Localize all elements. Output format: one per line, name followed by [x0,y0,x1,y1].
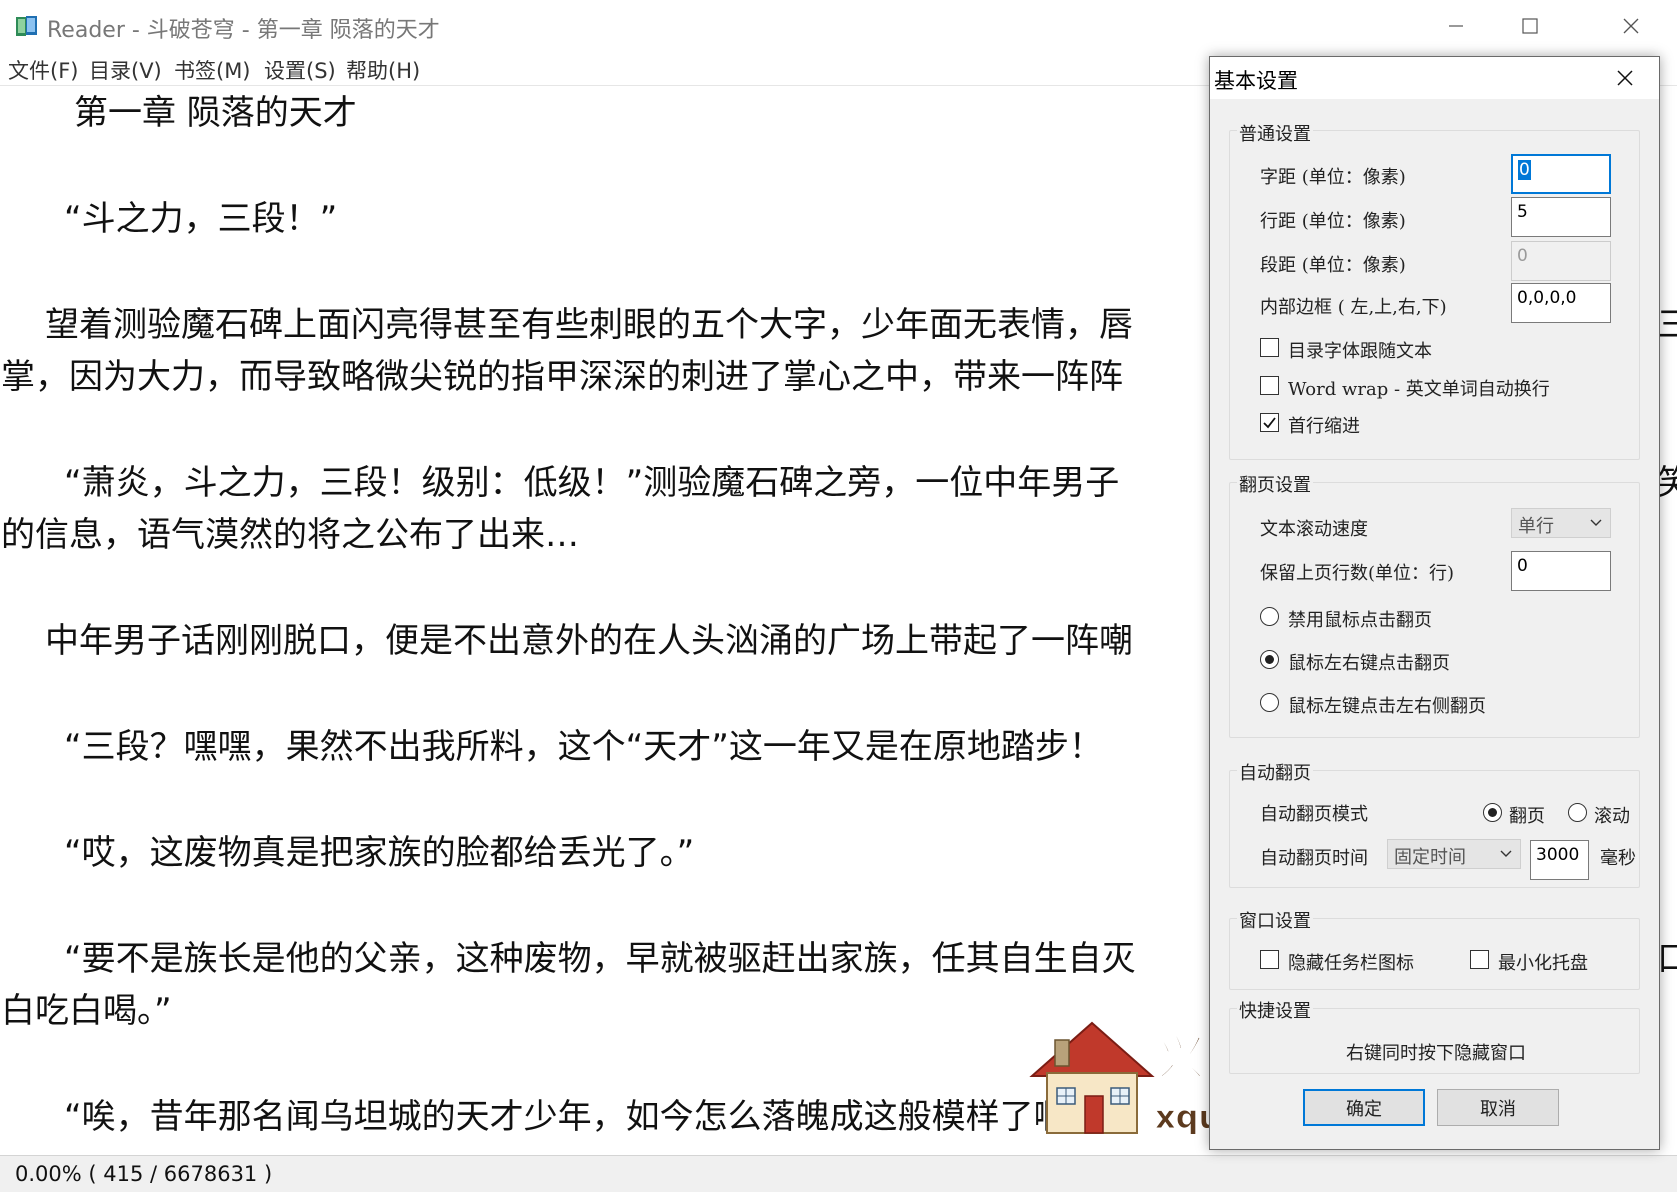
radio-left-sides-paging[interactable] [1260,693,1279,712]
auto-time-label: 自动翻页时间 [1260,848,1368,869]
scroll-speed-select[interactable]: 单行 [1511,508,1611,538]
maximize-button[interactable] [1493,0,1567,52]
word-wrap-checkbox[interactable] [1260,376,1279,395]
text-line-edge: 笑 [1657,463,1677,503]
text-line-edge: 三 [1657,305,1677,345]
shortcut-hint: 右键同时按下隐藏窗口 [1346,1043,1526,1064]
char-spacing-input[interactable]: 0 [1511,154,1611,194]
auto-time-input[interactable]: 3000 [1530,840,1589,880]
para-spacing-label: 段距 (单位：像素) [1260,255,1406,276]
toc-font-checkbox[interactable] [1260,338,1279,357]
text-line: 的信息，语气漠然的将之公布了出来… [1,515,579,555]
hide-taskbar-label: 隐藏任务栏图标 [1288,953,1414,974]
char-spacing-label: 字距 (单位：像素) [1260,167,1406,188]
title-bar: Reader - 斗破苍穹 - 第一章 陨落的天才 [0,0,1677,52]
status-bar: 0.00% ( 415 / 6678631 ) [0,1155,1677,1192]
text-line: 白吃白喝。” [1,991,172,1031]
group-paging-label: 翻页设置 [1237,471,1313,497]
dialog-title: 基本设置 [1214,69,1298,93]
dropdown-arrow-icon [1500,850,1512,857]
app-book-icon [16,16,37,36]
text-line: “斗之力，三段！” [64,199,338,239]
radio-disable-click-label: 禁用鼠标点击翻页 [1288,610,1432,631]
radio-left-sides-label: 鼠标左键点击左右侧翻页 [1288,696,1486,717]
text-line: “萧炎，斗之力，三段！级别：低级！”测验魔石碑之旁，一位中年男子 [64,463,1120,503]
auto-mode-label: 自动翻页模式 [1260,804,1368,825]
checkmark-icon [1263,417,1276,429]
close-icon [1623,18,1639,34]
house-logo-icon [1029,1021,1155,1134]
text-line: 望着测验魔石碑上面闪亮得甚至有些刺眼的五个大字，少年面无表情，唇 [45,305,1133,345]
menu-help[interactable]: 帮助(H) [346,55,420,85]
radio-auto-page[interactable] [1483,803,1502,822]
indent-label: 首行缩进 [1288,416,1360,437]
group-general-label: 普通设置 [1237,120,1313,146]
radio-lr-click-paging[interactable] [1260,650,1279,669]
close-button[interactable] [1594,0,1668,52]
radio-lr-click-label: 鼠标左右键点击翻页 [1288,653,1450,674]
keep-lines-input[interactable]: 0 [1511,551,1611,591]
hide-taskbar-checkbox[interactable] [1260,950,1279,969]
line-spacing-label: 行距 (单位：像素) [1260,211,1406,232]
text-line: “哎，这废物真是把家族的脸都给丢光了。” [64,833,695,873]
menu-bookmarks[interactable]: 书签(M) [174,55,251,85]
radio-auto-page-label: 翻页 [1509,806,1545,827]
scroll-speed-label: 文本滚动速度 [1260,519,1368,540]
toc-font-label: 目录字体跟随文本 [1288,341,1432,362]
line-spacing-input[interactable]: 5 [1511,197,1611,237]
minimize-tray-label: 最小化托盘 [1498,953,1588,974]
inner-border-input[interactable]: 0,0,0,0 [1511,283,1611,323]
scroll-speed-value: 单行 [1518,516,1554,537]
para-spacing-input: 0 [1511,241,1611,281]
radio-auto-scroll[interactable] [1568,803,1587,822]
group-shortcut-label: 快捷设置 [1237,997,1313,1023]
minimize-tray-checkbox[interactable] [1470,950,1489,969]
keep-lines-label: 保留上页行数(单位：行) [1260,563,1455,584]
menu-file[interactable]: 文件(F) [8,55,78,85]
menu-settings[interactable]: 设置(S) [264,55,336,85]
minimize-icon [1449,25,1463,27]
text-line-edge: 口 [1657,939,1677,979]
text-line: “唉，昔年那名闻乌坦城的天才少年，如今怎么落魄成这般模样了啊？ [64,1097,1102,1137]
minimize-button[interactable] [1419,0,1493,52]
text-line: 掌，因为大力，而导致略微尖锐的指甲深深的刺进了掌心之中，带来一阵阵 [1,357,1123,397]
radio-auto-scroll-label: 滚动 [1594,806,1630,827]
word-wrap-label: Word wrap - 英文单词自动换行 [1288,379,1550,400]
ok-button[interactable]: 确定 [1303,1089,1425,1126]
group-auto-label: 自动翻页 [1237,759,1313,785]
auto-time-mode-value: 固定时间 [1394,847,1466,868]
window-title: Reader - 斗破苍穹 - 第一章 陨落的天才 [47,18,440,43]
auto-time-unit: 毫秒 [1600,848,1636,869]
dialog-title-bar: 基本设置 [1210,57,1659,99]
settings-dialog: 基本设置 普通设置 字距 (单位：像素) 0 行距 (单位：像素) 5 段距 (… [1209,56,1660,1150]
auto-time-mode-select[interactable]: 固定时间 [1387,839,1521,869]
text-line: “要不是族长是他的父亲，这种废物，早就被驱赶出家族，任其自生自灭 [64,939,1136,979]
dropdown-arrow-icon [1590,519,1602,526]
text-line: “三段？嘿嘿，果然不出我所料，这个“天才”这一年又是在原地踏步！ [64,727,1103,767]
group-window-label: 窗口设置 [1237,907,1313,933]
inner-border-label: 内部边框 ( 左,上,右,下) [1260,297,1447,318]
menu-toc[interactable]: 目录(V) [89,55,162,85]
dialog-close-icon[interactable] [1613,66,1637,90]
radio-disable-click-paging[interactable] [1260,607,1279,626]
indent-checkbox[interactable] [1260,413,1279,432]
maximize-icon [1522,18,1538,34]
char-spacing-value: 0 [1518,160,1531,180]
chapter-title: 第一章 陨落的天才 [74,93,357,133]
cancel-button[interactable]: 取消 [1437,1089,1559,1126]
reading-progress: 0.00% ( 415 / 6678631 ) [15,1162,273,1186]
text-line: 中年男子话刚刚脱口，便是不出意外的在人头汹涌的广场上带起了一阵嘲 [45,621,1133,661]
